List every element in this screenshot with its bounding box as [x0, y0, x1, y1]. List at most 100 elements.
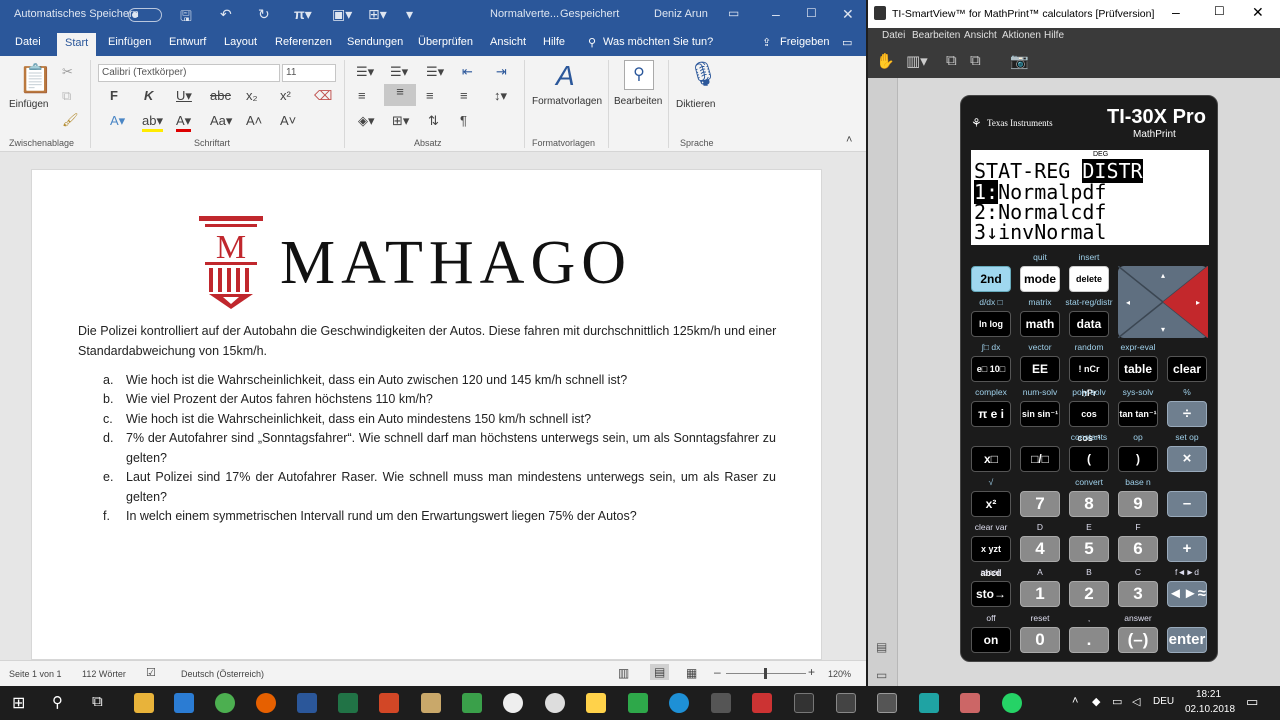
cut-icon[interactable]: ✂ — [62, 64, 73, 80]
clock-time[interactable]: 18:21 — [1196, 689, 1221, 700]
start-icon[interactable]: ⊞ — [12, 693, 25, 713]
recorder-icon[interactable] — [752, 693, 772, 713]
tab-ueberpruefen[interactable]: Überprüfen — [418, 36, 473, 48]
dropbox-icon[interactable]: ◆ — [1092, 695, 1100, 708]
transfer-icon[interactable] — [628, 693, 648, 713]
save-icon[interactable]: 🖫 — [180, 6, 192, 30]
share-icon[interactable]: ⇪ — [762, 36, 771, 49]
calculator-key[interactable]: mode — [1020, 266, 1060, 292]
equation-icon[interactable]: π▾ — [294, 6, 312, 23]
calculator-key[interactable]: sto→ — [971, 581, 1011, 607]
tab-referenzen[interactable]: Referenzen — [275, 36, 332, 48]
numbering-icon[interactable]: ☰▾ — [390, 64, 408, 80]
calculator-key[interactable]: 0 — [1020, 627, 1060, 653]
vertical-scrollbar[interactable] — [854, 152, 866, 660]
excel-icon[interactable] — [338, 693, 358, 713]
superscript-icon[interactable]: x² — [280, 88, 291, 103]
edit-button[interactable]: Bearbeiten — [614, 96, 662, 107]
menu-ansicht[interactable]: Ansicht — [964, 30, 997, 41]
text-effects-icon[interactable]: A▾ — [110, 113, 125, 129]
word-icon[interactable] — [297, 693, 317, 713]
strikethrough-icon[interactable]: abc — [210, 88, 231, 103]
maximize-icon[interactable]: ☐ — [806, 6, 817, 20]
multilevel-icon[interactable]: ☰▾ — [426, 64, 444, 80]
menu-hilfe[interactable]: Hilfe — [1044, 30, 1064, 41]
calculator-key[interactable]: 2nd — [971, 266, 1011, 292]
panel-icon[interactable]: ▭ — [876, 668, 887, 682]
bold-icon[interactable]: F — [110, 88, 118, 103]
calculator-key[interactable]: 5 — [1069, 536, 1109, 562]
underline-icon[interactable]: U▾ — [176, 88, 192, 104]
search-icon[interactable]: ⚲ — [52, 693, 63, 711]
keypress-icon[interactable]: ✋ — [876, 52, 895, 70]
redo-icon[interactable]: ↻ — [258, 6, 270, 23]
tab-sendungen[interactable]: Sendungen — [347, 36, 403, 48]
italic-icon[interactable]: K — [144, 88, 153, 103]
align-left-icon[interactable]: ≡ — [358, 88, 366, 103]
calculator-key[interactable]: 7 — [1020, 491, 1060, 517]
calculator-key[interactable]: . — [1069, 627, 1109, 653]
calculator-key[interactable]: x² — [971, 491, 1011, 517]
format-painter-icon[interactable]: 🖌 — [62, 112, 79, 128]
calculator-key[interactable]: clear — [1167, 356, 1207, 382]
geogebra-icon[interactable] — [503, 693, 523, 713]
app-icon[interactable] — [421, 693, 441, 713]
calculator-key[interactable]: π e i — [971, 401, 1011, 427]
calculator-key[interactable]: sin sin⁻¹ — [1020, 401, 1060, 427]
calculator-key[interactable]: 1 — [1020, 581, 1060, 607]
subscript-icon[interactable]: x₂ — [246, 88, 258, 103]
copy-icon[interactable]: ⧉ — [62, 88, 71, 104]
menu-datei[interactable]: Datei — [882, 30, 905, 41]
cloud-icon[interactable] — [669, 693, 689, 713]
justify-icon[interactable]: ≡ — [460, 88, 468, 103]
tab-start[interactable]: Start — [57, 33, 97, 56]
powerpoint-icon[interactable] — [379, 693, 399, 713]
grow-font-icon[interactable]: A˄ — [246, 113, 262, 128]
notifications-icon[interactable]: ▭ — [1246, 694, 1258, 710]
tab-entwurf[interactable]: Entwurf — [169, 36, 206, 48]
calculator-key[interactable]: EE — [1020, 356, 1060, 382]
styles-button[interactable]: Formatvorlagen — [532, 96, 602, 107]
state-icon[interactable]: ⧉ — [970, 52, 981, 69]
calculator-key[interactable]: enter — [1167, 627, 1207, 653]
layout-icon[interactable]: ▣▾ — [332, 6, 352, 23]
calculator-key[interactable]: ◄►≈ — [1167, 581, 1207, 607]
document-page[interactable]: M MATHAGO Die Polizei kontrolliert auf d… — [31, 169, 822, 660]
calculator-key[interactable]: ÷ — [1167, 401, 1207, 427]
increase-indent-icon[interactable]: ⇥ — [496, 64, 507, 80]
volume-icon[interactable]: ◁ — [1132, 695, 1140, 708]
zoom-level[interactable]: 120% — [828, 669, 851, 679]
calculator-key[interactable]: delete — [1069, 266, 1109, 292]
calculator-key[interactable]: cos cos⁻¹ — [1069, 401, 1109, 443]
calculator-key[interactable]: x□ — [971, 446, 1011, 472]
highlight-icon[interactable]: ab▾ — [142, 113, 163, 132]
clear-format-icon[interactable]: ⌫ — [314, 88, 332, 104]
calculator-key[interactable]: x yzt abcd — [971, 536, 1011, 578]
tray-expand-icon[interactable]: ˄ — [1072, 695, 1078, 707]
paste-icon[interactable]: 📋 — [18, 62, 53, 95]
tab-einfuegen[interactable]: Einfügen — [108, 36, 151, 48]
styles-icon[interactable]: A — [556, 60, 575, 92]
app2-icon[interactable] — [711, 693, 731, 713]
whatsapp-icon[interactable] — [1002, 693, 1022, 713]
read-mode-icon[interactable]: ▥ — [618, 666, 629, 680]
calculator-icon[interactable]: ▥▾ — [906, 52, 928, 70]
calculator-key[interactable]: ln log — [971, 311, 1011, 337]
menu-bearbeiten[interactable]: Bearbeiten — [912, 30, 960, 41]
history-icon[interactable]: ▤ — [876, 640, 887, 654]
comments-icon[interactable]: ▭ — [842, 36, 852, 49]
web-layout-icon[interactable]: ▦ — [686, 666, 697, 680]
calculator-key[interactable]: ! nCr nPr — [1069, 356, 1109, 398]
close-icon[interactable]: ✕ — [842, 6, 854, 23]
calculator-key[interactable]: 9 — [1118, 491, 1158, 517]
tab-hilfe[interactable]: Hilfe — [543, 36, 565, 48]
screen-capture-icon[interactable]: ⧉ — [946, 52, 957, 69]
zoom-slider-thumb[interactable] — [764, 668, 767, 679]
table-icon[interactable]: ⊞▾ — [368, 6, 387, 23]
share-button[interactable]: Freigeben — [780, 36, 830, 48]
shrink-font-icon[interactable]: A˅ — [280, 113, 296, 128]
ti-nspire-icon[interactable] — [794, 693, 814, 713]
microphone-icon[interactable]: 🎙 — [688, 60, 718, 89]
ribbon-options-icon[interactable]: ▭ — [728, 6, 739, 20]
bullets-icon[interactable]: ☰▾ — [356, 64, 374, 80]
